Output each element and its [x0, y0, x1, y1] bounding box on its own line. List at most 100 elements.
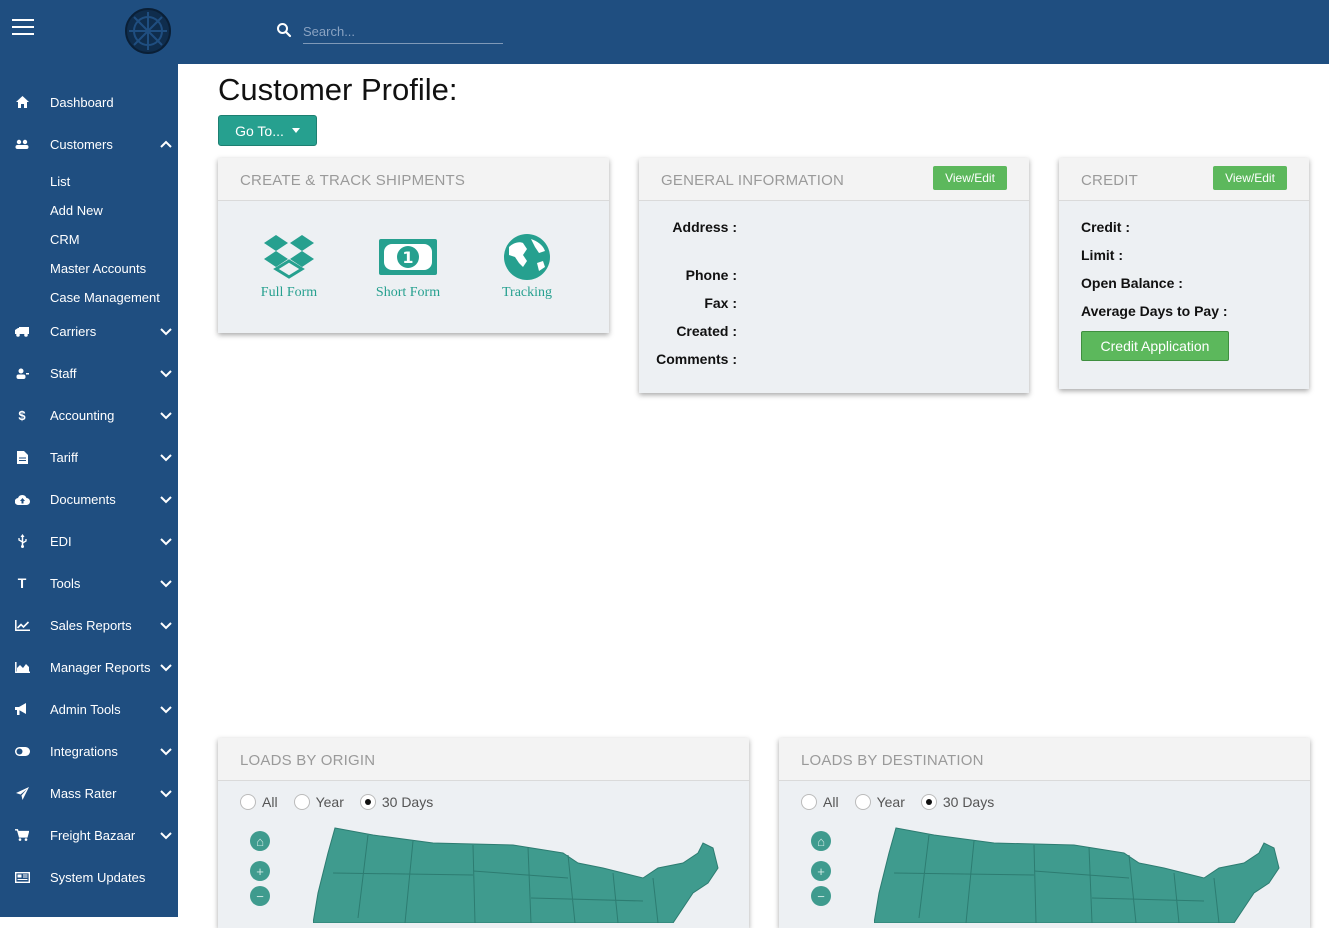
hamburger-icon[interactable]: [12, 19, 34, 37]
open-balance-label: Open Balance :: [1081, 275, 1183, 291]
sidebar-item-dashboard[interactable]: Dashboard: [0, 88, 178, 116]
origin-radio-30-days[interactable]: [359, 794, 376, 810]
radio-label: 30 Days: [942, 794, 995, 810]
zoom-out-icon[interactable]: −: [811, 886, 831, 906]
destination-radio-30-days[interactable]: [920, 794, 937, 810]
destination-radio-all[interactable]: [801, 794, 817, 810]
origin-radio-all[interactable]: [240, 794, 256, 810]
search-icon[interactable]: [276, 22, 292, 38]
sidebar-item-manager-reports[interactable]: Manager Reports: [0, 653, 178, 681]
short-form-link[interactable]: 1 Short Form: [368, 233, 448, 301]
sidebar-item-label: Tariff: [50, 449, 78, 465]
phone-label: Phone :: [685, 267, 737, 283]
page-title: Customer Profile:: [218, 72, 458, 107]
sidebar-item-accounting[interactable]: $ Accounting: [0, 401, 178, 429]
credit-view-edit-button[interactable]: View/Edit: [1213, 166, 1287, 190]
origin-radio-year[interactable]: [293, 794, 310, 810]
sidebar-item-customers[interactable]: Customers: [0, 130, 178, 158]
sidebar-item-sales-reports[interactable]: Sales Reports: [0, 611, 178, 639]
sidebar-item-tools[interactable]: T Tools: [0, 569, 178, 597]
go-to-label: Go To...: [235, 122, 284, 139]
paper-plane-icon: [14, 785, 30, 801]
sidebar-item-admin-tools[interactable]: Admin Tools: [0, 695, 178, 723]
card-header: GENERAL INFORMATION View/Edit: [639, 158, 1029, 201]
card-title: LOADS BY DESTINATION: [801, 752, 984, 769]
destination-radio-year[interactable]: [854, 794, 871, 810]
sidebar-item-label: Accounting: [50, 407, 115, 423]
chevron-down-icon: [160, 832, 172, 840]
zoom-in-icon[interactable]: +: [250, 861, 270, 881]
chevron-down-icon: [160, 538, 172, 546]
sidebar-item-carriers[interactable]: Carriers: [0, 317, 178, 345]
caret-down-icon: [291, 128, 300, 133]
sidebar-item-staff[interactable]: Staff: [0, 359, 178, 387]
sidebar-subitem-master-accounts[interactable]: Master Accounts: [50, 261, 146, 276]
megaphone-icon: [14, 701, 30, 717]
card-header: LOADS BY ORIGIN: [218, 738, 749, 781]
sidebar-item-label: Dashboard: [50, 94, 114, 110]
search-input[interactable]: [303, 20, 503, 44]
toggle-icon: [14, 743, 30, 759]
chevron-down-icon: [160, 664, 172, 672]
go-to-dropdown-button[interactable]: Go To...: [218, 115, 317, 146]
cloud-upload-icon: [14, 491, 30, 507]
sidebar-subitem-add-new[interactable]: Add New: [50, 203, 103, 218]
sidebar-subitem-crm[interactable]: CRM: [50, 232, 80, 247]
newspaper-icon: [14, 869, 30, 885]
map-home-icon[interactable]: ⌂: [811, 831, 831, 851]
chevron-down-icon: [160, 706, 172, 714]
sidebar-item-label: Freight Bazaar: [50, 827, 136, 843]
chevron-down-icon: [160, 412, 172, 420]
full-form-link[interactable]: Full Form: [249, 233, 329, 301]
users-icon: [14, 136, 30, 152]
chevron-down-icon: [160, 496, 172, 504]
map-home-icon[interactable]: ⌂: [250, 831, 270, 851]
file-icon: [14, 449, 30, 465]
sidebar-item-freight-bazaar[interactable]: Freight Bazaar: [0, 821, 178, 849]
globe-icon: [504, 234, 550, 280]
sidebar-item-system-updates[interactable]: System Updates: [0, 863, 178, 891]
truck-icon: [14, 323, 30, 339]
sidebar-item-label: Integrations: [50, 743, 118, 759]
line-chart-icon: [14, 617, 30, 633]
sidebar-item-documents[interactable]: Documents: [0, 485, 178, 513]
sidebar-subitem-case-management[interactable]: Case Management: [50, 290, 160, 305]
sidebar-item-label: Mass Rater: [50, 785, 117, 801]
money-bill-icon: 1: [379, 239, 437, 275]
sidebar-item-tariff[interactable]: Tariff: [0, 443, 178, 471]
sidebar-item-mass-rater[interactable]: Mass Rater: [0, 779, 178, 807]
us-map[interactable]: [874, 823, 1294, 923]
limit-label: Limit :: [1081, 247, 1123, 263]
card-title: CREDIT: [1081, 172, 1139, 189]
sidebar-item-integrations[interactable]: Integrations: [0, 737, 178, 765]
dropbox-icon: [264, 235, 314, 279]
credit-application-button[interactable]: Credit Application: [1081, 331, 1229, 361]
sidebar-item-label: Documents: [50, 491, 116, 507]
general-view-edit-button[interactable]: View/Edit: [933, 166, 1007, 190]
general-information-card: GENERAL INFORMATION View/Edit Address : …: [639, 158, 1029, 393]
card-header: CREDIT View/Edit: [1059, 158, 1309, 201]
chevron-down-icon: [160, 580, 172, 588]
card-header: LOADS BY DESTINATION: [779, 738, 1310, 781]
home-icon: [14, 94, 30, 110]
us-map[interactable]: [313, 823, 733, 923]
chevron-down-icon: [160, 328, 172, 336]
card-title: LOADS BY ORIGIN: [240, 752, 376, 769]
card-header: CREATE & TRACK SHIPMENTS: [218, 158, 609, 201]
zoom-out-icon[interactable]: −: [250, 886, 270, 906]
address-label: Address :: [672, 219, 737, 235]
tracking-label: Tracking: [501, 285, 553, 300]
loads-by-origin-card: LOADS BY ORIGIN All Year 30 Days ⌂ + −: [218, 738, 749, 928]
sidebar-item-label: Customers: [50, 136, 113, 152]
sidebar-item-edi[interactable]: EDI: [0, 527, 178, 555]
radio-label: Year: [315, 794, 344, 810]
sidebar-item-label: Tools: [50, 575, 81, 591]
destination-period-filter: All Year 30 Days: [801, 794, 1010, 810]
sidebar-item-label: Manager Reports: [50, 659, 151, 675]
shipments-card: CREATE & TRACK SHIPMENTS Full Form 1 Sho…: [218, 158, 609, 333]
company-logo[interactable]: [122, 6, 174, 56]
radio-label: All: [823, 794, 839, 810]
sidebar-subitem-list[interactable]: List: [50, 174, 70, 189]
tracking-link[interactable]: Tracking: [487, 233, 567, 301]
zoom-in-icon[interactable]: +: [811, 861, 831, 881]
